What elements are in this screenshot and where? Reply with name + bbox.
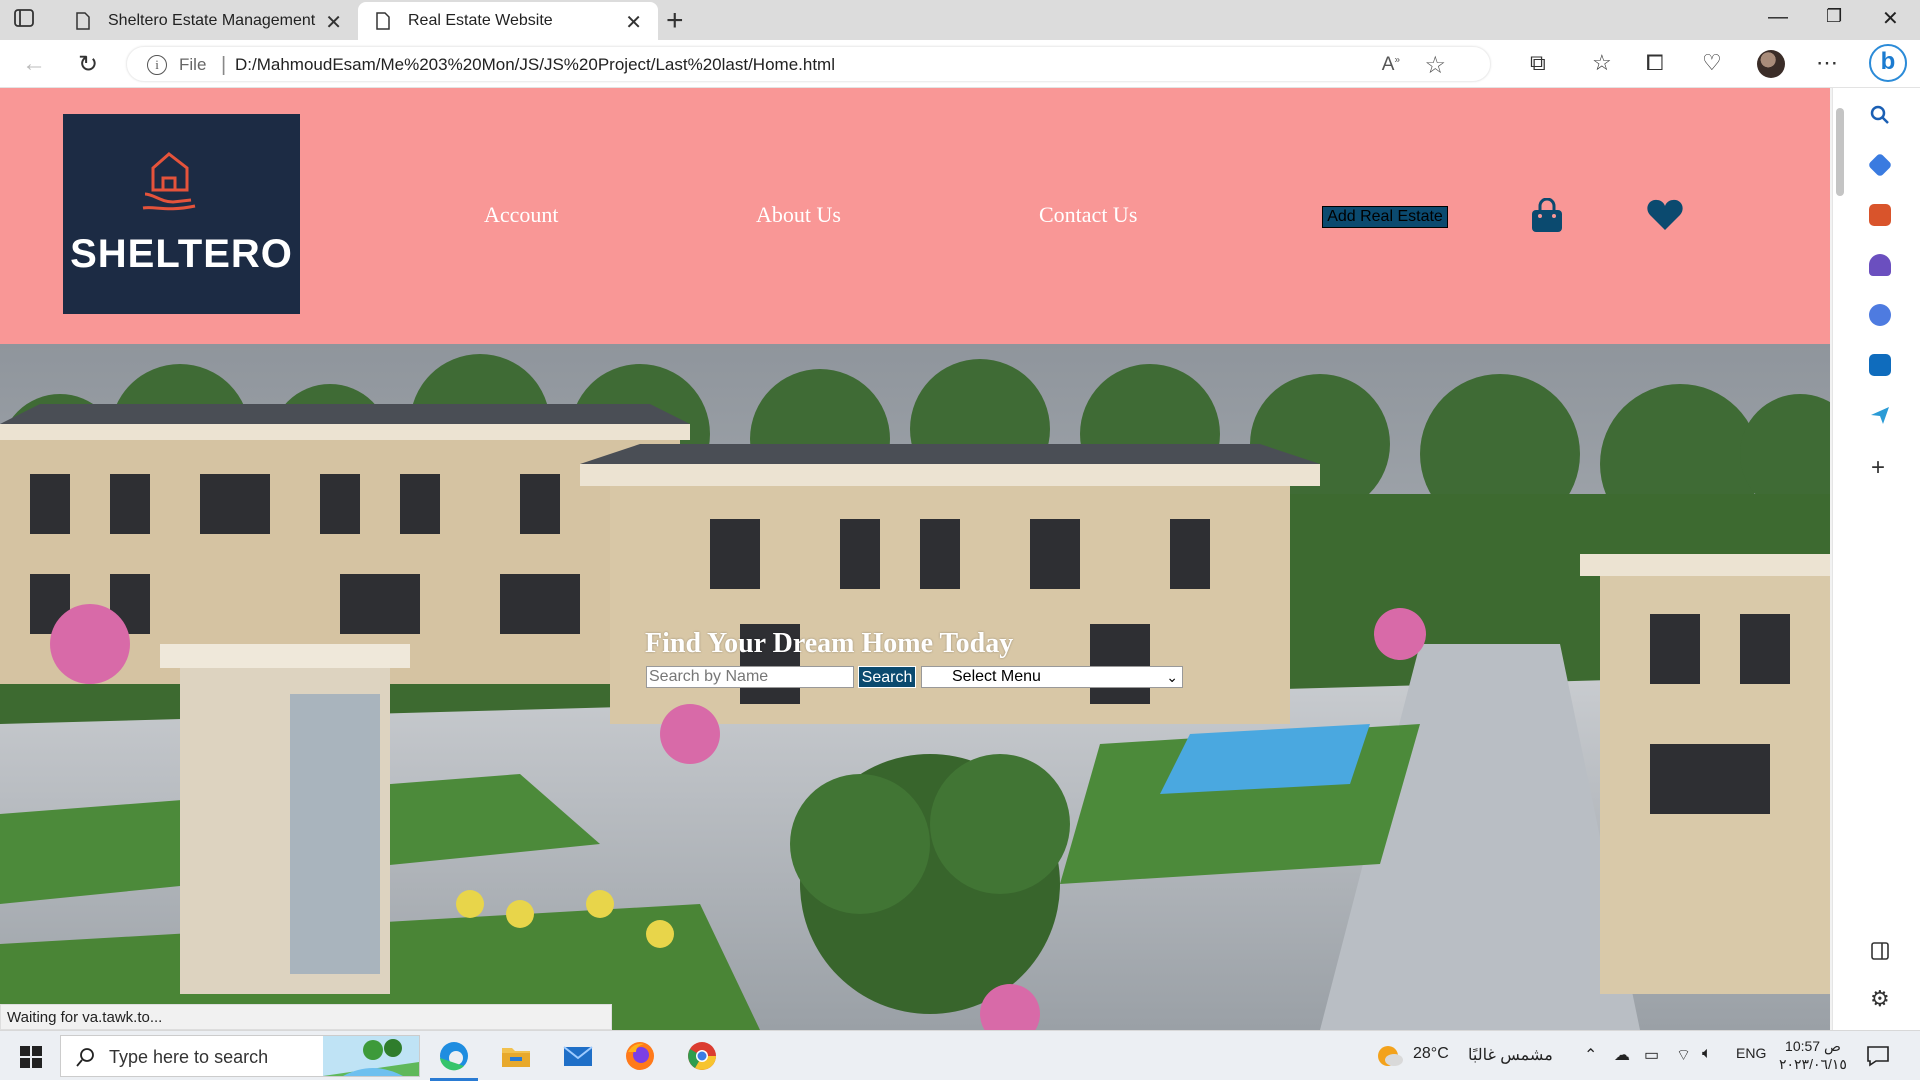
minimize-icon[interactable]: —: [1768, 6, 1788, 29]
nav-account-link[interactable]: Account: [484, 202, 559, 228]
tab-title: Sheltero Estate Management: [108, 12, 316, 29]
microsoft365-icon[interactable]: [1869, 304, 1891, 326]
mail-icon[interactable]: [562, 1040, 594, 1072]
shopping-tag-icon[interactable]: [1867, 152, 1893, 178]
battery-icon[interactable]: ▭: [1644, 1045, 1659, 1065]
site-header: SHELTERO Account About Us Contact Us Add…: [0, 88, 1832, 344]
favorite-star-icon[interactable]: ☆: [1424, 51, 1446, 80]
performance-icon[interactable]: ♡: [1702, 50, 1722, 76]
edge-sidebar: + ⚙: [1832, 88, 1920, 1030]
favorites-icon[interactable]: ☆: [1592, 50, 1612, 76]
search-icon[interactable]: [1869, 104, 1891, 126]
back-icon[interactable]: ←: [22, 50, 46, 78]
extensions-icon[interactable]: ⧉: [1530, 50, 1546, 76]
search-icon: [76, 1048, 94, 1067]
tab-sheltero[interactable]: Sheltero Estate Management ✕: [58, 2, 358, 40]
search-highlight-illustration: [323, 1036, 419, 1076]
firefox-icon[interactable]: [624, 1040, 656, 1072]
shopping-bag-icon[interactable]: [1530, 198, 1564, 234]
profile-avatar[interactable]: [1757, 50, 1785, 78]
select-menu-dropdown[interactable]: Select Menu ⌄: [921, 666, 1183, 688]
hide-sidebar-icon[interactable]: [1869, 940, 1891, 962]
file-explorer-icon[interactable]: [500, 1040, 532, 1072]
add-sidebar-app-icon[interactable]: +: [1871, 454, 1885, 482]
clock-date: ٢٠٢٣/٠٦/١٥: [1779, 1056, 1847, 1072]
select-menu-value: Select Menu: [952, 668, 1041, 685]
windows-taskbar: Type here to search 28°C مشمس غالبًا ⌃ ☁…: [0, 1030, 1920, 1081]
page-scrollbar-thumb[interactable]: [1836, 108, 1844, 196]
edge-taskbar-icon[interactable]: [430, 1040, 478, 1081]
taskbar-search-placeholder: Type here to search: [109, 1047, 269, 1067]
page-icon: [76, 12, 90, 30]
page-scrollbar-track[interactable]: [1830, 88, 1832, 1030]
windows-start-icon[interactable]: [20, 1046, 42, 1068]
tools-icon[interactable]: [1869, 204, 1891, 226]
clock-time: 10:57 ص: [1785, 1038, 1841, 1054]
search-by-name-input[interactable]: [646, 666, 854, 688]
browser-tab-strip: Sheltero Estate Management ✕ Real Estate…: [0, 0, 1920, 40]
taskbar-clock[interactable]: 10:57 ص ٢٠٢٣/٠٦/١٥: [1779, 1037, 1847, 1073]
weather-temp[interactable]: 28°C: [1413, 1045, 1449, 1063]
chevron-up-icon[interactable]: ⌃: [1584, 1045, 1597, 1065]
close-tab-icon[interactable]: ✕: [325, 10, 342, 35]
new-tab-button[interactable]: +: [666, 4, 684, 38]
reload-icon[interactable]: ↻: [78, 50, 98, 79]
close-tab-icon[interactable]: ✕: [625, 10, 642, 35]
url-text[interactable]: D:/MahmoudEsam/Me%203%20Mon/JS/JS%20Proj…: [235, 55, 835, 75]
scheme-label: File: [179, 55, 207, 74]
restore-icon[interactable]: ❐: [1826, 6, 1842, 27]
hero-villas-image: [0, 344, 1832, 1030]
house-hand-logo-icon: [142, 152, 196, 211]
taskbar-search-box[interactable]: Type here to search: [60, 1035, 420, 1077]
hero-title: Find Your Dream Home Today: [645, 628, 1014, 659]
send-icon[interactable]: [1869, 404, 1891, 426]
browser-toolbar: ← ↻ i File | D:/MahmoudEsam/Me%203%20Mon…: [0, 40, 1920, 88]
nav-about-link[interactable]: About Us: [756, 202, 841, 228]
info-icon[interactable]: i: [147, 55, 167, 75]
close-window-icon[interactable]: ✕: [1882, 6, 1899, 31]
nav-contact-link[interactable]: Contact Us: [1039, 202, 1137, 228]
notifications-icon[interactable]: [1866, 1045, 1890, 1067]
hero-section: Find Your Dream Home Today Search Select…: [0, 344, 1832, 1030]
add-real-estate-button[interactable]: Add Real Estate: [1322, 206, 1448, 228]
page-viewport: SHELTERO Account About Us Contact Us Add…: [0, 88, 1832, 1030]
wifi-icon[interactable]: ⌔: [1676, 1045, 1691, 1065]
weather-desc[interactable]: مشمس غالبًا: [1468, 1045, 1553, 1065]
tab-real-estate[interactable]: Real Estate Website ✕: [358, 2, 658, 40]
heart-icon[interactable]: [1646, 198, 1684, 232]
tab-actions-icon[interactable]: [14, 9, 38, 31]
volume-icon[interactable]: 🔈︎: [1702, 1045, 1712, 1063]
cloud-icon[interactable]: ☁: [1614, 1045, 1630, 1065]
logo-text: SHELTERO: [70, 232, 293, 276]
more-options-icon[interactable]: ⋯: [1816, 50, 1838, 76]
read-aloud-icon[interactable]: A»: [1382, 54, 1400, 76]
chrome-icon[interactable]: [686, 1040, 718, 1072]
tab-title: Real Estate Website: [408, 12, 553, 29]
status-bubble: Waiting for va.tawk.to...: [0, 1004, 612, 1030]
address-bar[interactable]: i File | D:/MahmoudEsam/Me%203%20Mon/JS/…: [126, 46, 1491, 82]
outlook-icon[interactable]: [1869, 354, 1891, 376]
page-icon: [376, 12, 390, 30]
site-logo[interactable]: SHELTERO: [63, 114, 300, 314]
separator: |: [221, 54, 227, 76]
games-icon[interactable]: [1869, 254, 1891, 276]
settings-gear-icon[interactable]: ⚙: [1870, 986, 1890, 1012]
bing-copilot-icon[interactable]: b: [1869, 44, 1907, 82]
chevron-down-icon: ⌄: [1166, 669, 1178, 685]
collections-icon[interactable]: ⧠: [1646, 50, 1664, 76]
language-indicator[interactable]: ENG: [1736, 1045, 1766, 1061]
weather-sun-icon[interactable]: [1376, 1044, 1404, 1068]
search-button[interactable]: Search: [858, 666, 916, 688]
